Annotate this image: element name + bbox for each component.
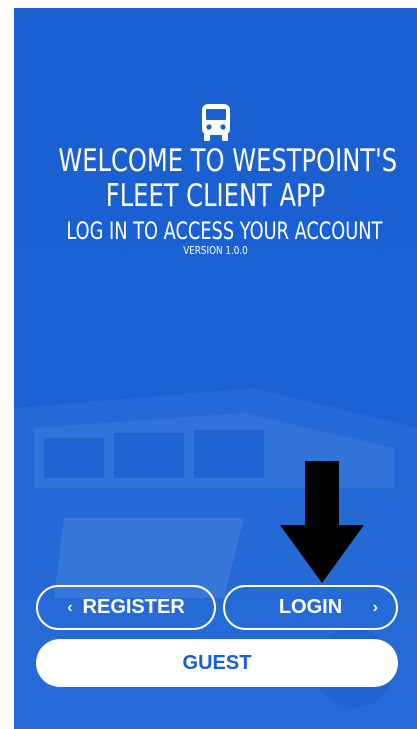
welcome-title-line1: WELCOME TO WESTPOINT'S bbox=[58, 143, 398, 179]
guest-button[interactable]: GUEST bbox=[36, 639, 398, 687]
register-button-label: REGISTER bbox=[82, 596, 185, 618]
arrow-down-icon bbox=[280, 461, 364, 583]
login-button-label: LOGIN bbox=[278, 596, 343, 618]
welcome-header: WELCOME TO WESTPOINT'S FLEET CLIENT APP … bbox=[14, 104, 417, 257]
chevron-left-icon: ‹ bbox=[67, 598, 73, 616]
version-label: VERSION 1.0.0 bbox=[183, 244, 248, 257]
login-screen: WELCOME TO WESTPOINT'S FLEET CLIENT APP … bbox=[14, 8, 417, 729]
welcome-subtitle: LOG IN TO ACCESS YOUR ACCOUNT bbox=[66, 217, 383, 245]
login-button[interactable]: LOGIN › bbox=[223, 585, 398, 630]
welcome-title: WELCOME TO WESTPOINT'S FLEET CLIENT APP bbox=[58, 143, 398, 214]
register-button[interactable]: ‹ REGISTER bbox=[36, 585, 216, 630]
chevron-right-icon: › bbox=[372, 598, 378, 616]
welcome-title-line2: FLEET CLIENT APP bbox=[105, 178, 326, 214]
guest-button-label: GUEST bbox=[182, 651, 252, 674]
bus-icon bbox=[201, 104, 230, 141]
